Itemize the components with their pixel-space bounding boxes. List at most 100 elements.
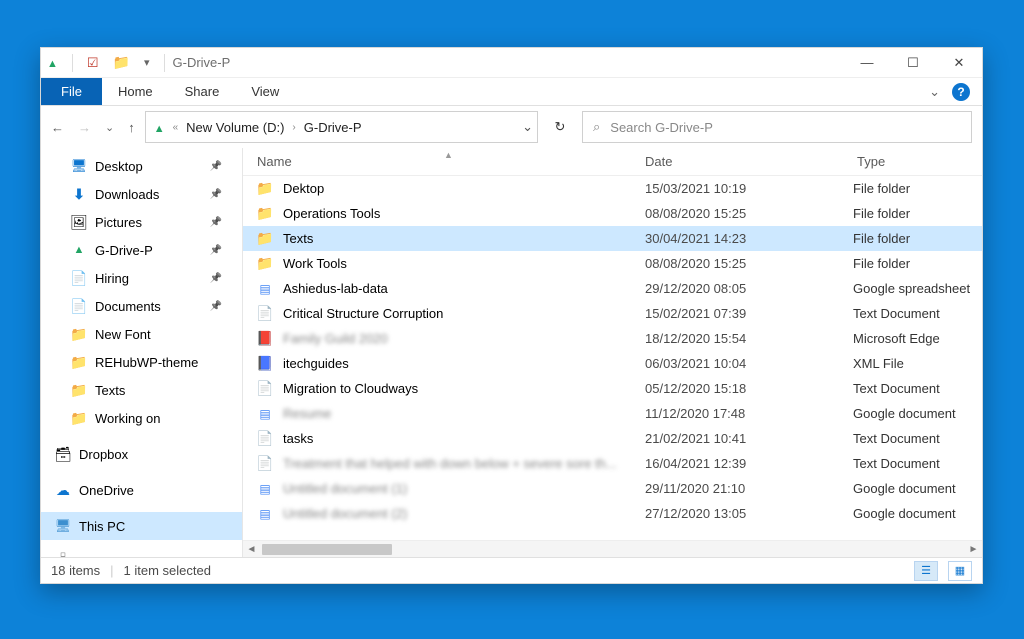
column-headers: Name ▲ Date Type xyxy=(243,148,982,176)
gdoc-icon xyxy=(257,406,273,422)
table-row[interactable]: Work Tools08/08/2020 15:25File folder xyxy=(243,251,982,276)
properties-icon[interactable]: ☑ xyxy=(87,55,99,71)
text-icon xyxy=(257,381,273,397)
table-row[interactable]: Critical Structure Corruption15/02/2021 … xyxy=(243,301,982,326)
folder-icon xyxy=(257,181,273,197)
file-date: 30/04/2021 14:23 xyxy=(645,231,853,246)
column-type[interactable]: Type xyxy=(853,154,982,169)
tab-view[interactable]: View xyxy=(235,78,295,105)
chevron-down-icon[interactable]: ▾ xyxy=(144,56,150,69)
sidebar-this-pc[interactable]: This PC xyxy=(41,512,242,540)
sidebar-item[interactable]: Desktop xyxy=(41,152,242,180)
column-date[interactable]: Date xyxy=(645,154,853,169)
nav-forward-icon[interactable]: → xyxy=(78,120,91,135)
sidebar-item[interactable]: Hiring xyxy=(41,264,242,292)
file-type: File folder xyxy=(853,256,982,271)
close-button[interactable]: ✕ xyxy=(936,48,982,78)
table-row[interactable]: Operations Tools08/08/2020 15:25File fol… xyxy=(243,201,982,226)
file-name: Treatment that helped with down below + … xyxy=(283,456,645,471)
chevron-right-icon[interactable]: › xyxy=(292,122,295,133)
tab-home[interactable]: Home xyxy=(102,78,169,105)
refresh-icon[interactable]: ↻ xyxy=(548,119,572,135)
file-name: Critical Structure Corruption xyxy=(283,306,645,321)
sidebar-item-label: New Font xyxy=(95,327,151,342)
table-row[interactable]: itechguides06/03/2021 10:04XML File xyxy=(243,351,982,376)
file-name: tasks xyxy=(283,431,645,446)
table-row[interactable]: Treatment that helped with down below + … xyxy=(243,451,982,476)
address-bar[interactable]: « New Volume (D:) › G-Drive-P ⌄ xyxy=(145,111,538,143)
file-name: Operations Tools xyxy=(283,206,645,221)
tab-file[interactable]: File xyxy=(41,78,102,105)
breadcrumb-seg[interactable]: G-Drive-P xyxy=(304,120,362,135)
details-view-button[interactable]: ☰ xyxy=(914,561,938,581)
sidebar-item[interactable]: Texts xyxy=(41,376,242,404)
nav-back-icon[interactable]: ← xyxy=(51,120,64,135)
scroll-left-icon[interactable]: ◄ xyxy=(243,544,260,555)
file-name: Untitled document (2) xyxy=(283,506,645,521)
desk-icon xyxy=(71,158,87,174)
scroll-thumb[interactable] xyxy=(262,544,392,555)
file-name: Untitled document (1) xyxy=(283,481,645,496)
window-title: G-Drive-P xyxy=(173,55,231,70)
column-name[interactable]: Name ▲ xyxy=(243,154,645,169)
explorer-body: DesktopDownloadsPicturesG-Drive-PHiringD… xyxy=(41,148,982,557)
table-row[interactable]: Texts30/04/2021 14:23File folder xyxy=(243,226,982,251)
table-row[interactable]: Ashiedus-lab-data29/12/2020 08:05Google … xyxy=(243,276,982,301)
table-row[interactable]: Family Guild 202018/12/2020 15:54Microso… xyxy=(243,326,982,351)
file-type: XML File xyxy=(853,356,982,371)
chevron-icon[interactable]: « xyxy=(173,122,179,133)
search-box[interactable]: ⌕ Search G-Drive-P xyxy=(582,111,972,143)
sidebar-item[interactable]: Working on xyxy=(41,404,242,432)
table-row[interactable]: Resume11/12/2020 17:48Google document xyxy=(243,401,982,426)
file-date: 05/12/2020 15:18 xyxy=(645,381,853,396)
navigation-pane[interactable]: DesktopDownloadsPicturesG-Drive-PHiringD… xyxy=(41,148,243,557)
tab-share[interactable]: Share xyxy=(169,78,236,105)
ribbon-collapse-icon[interactable]: ⌄ xyxy=(929,84,940,105)
new-folder-icon[interactable] xyxy=(113,54,130,71)
sidebar-item[interactable]: G-Drive-P xyxy=(41,236,242,264)
net-icon xyxy=(55,554,71,557)
file-name: Texts xyxy=(283,231,645,246)
table-row[interactable]: Dektop15/03/2021 10:19File folder xyxy=(243,176,982,201)
file-pane: Name ▲ Date Type Dektop15/03/2021 10:19F… xyxy=(243,148,982,557)
horizontal-scrollbar[interactable]: ◄ ► xyxy=(243,540,982,557)
sidebar-item-label: REHubWP-theme xyxy=(95,355,198,370)
sidebar-group-label: This PC xyxy=(79,519,125,534)
thumbnails-view-button[interactable]: ▦ xyxy=(948,561,972,581)
sidebar-item-label: Working on xyxy=(95,411,161,426)
breadcrumb-seg[interactable]: New Volume (D:) xyxy=(186,120,284,135)
item-count: 18 items xyxy=(51,563,100,578)
table-row[interactable]: tasks21/02/2021 10:41Text Document xyxy=(243,426,982,451)
nav-recent-icon[interactable]: ⌄ xyxy=(105,121,114,134)
file-list[interactable]: Dektop15/03/2021 10:19File folderOperati… xyxy=(243,176,982,540)
file-type: Text Document xyxy=(853,456,982,471)
sidebar-item[interactable]: REHubWP-theme xyxy=(41,348,242,376)
scroll-right-icon[interactable]: ► xyxy=(965,544,982,555)
search-icon: ⌕ xyxy=(593,119,600,135)
separator: | xyxy=(110,563,113,578)
file-date: 08/08/2020 15:25 xyxy=(645,206,853,221)
address-dropdown-icon[interactable]: ⌄ xyxy=(522,119,533,135)
sidebar-item[interactable]: New Font xyxy=(41,320,242,348)
file-type: Microsoft Edge xyxy=(853,331,982,346)
file-explorer-window: ☑ ▾ G-Drive-P — ☐ ✕ File Home Share View… xyxy=(40,47,983,584)
sidebar-item[interactable]: Pictures xyxy=(41,208,242,236)
help-icon[interactable]: ? xyxy=(952,83,970,101)
sidebar-item[interactable]: Documents xyxy=(41,292,242,320)
sidebar-item-label: G-Drive-P xyxy=(95,243,153,258)
gdoc-icon xyxy=(257,281,273,297)
quick-access-toolbar: ☑ ▾ xyxy=(47,54,165,72)
sidebar-network[interactable]: Network xyxy=(41,548,242,557)
sidebar-onedrive[interactable]: OneDrive xyxy=(41,476,242,504)
nav-up-icon[interactable]: ↑ xyxy=(128,120,135,135)
table-row[interactable]: Migration to Cloudways05/12/2020 15:18Te… xyxy=(243,376,982,401)
sidebar-item[interactable]: Downloads xyxy=(41,180,242,208)
file-name: Work Tools xyxy=(283,256,645,271)
table-row[interactable]: Untitled document (2)27/12/2020 13:05Goo… xyxy=(243,501,982,526)
maximize-button[interactable]: ☐ xyxy=(890,48,936,78)
file-date: 18/12/2020 15:54 xyxy=(645,331,853,346)
sidebar-dropbox[interactable]: Dropbox xyxy=(41,440,242,468)
table-row[interactable]: Untitled document (1)29/11/2020 21:10Goo… xyxy=(243,476,982,501)
minimize-button[interactable]: — xyxy=(844,48,890,78)
file-type: Google spreadsheet xyxy=(853,281,982,296)
